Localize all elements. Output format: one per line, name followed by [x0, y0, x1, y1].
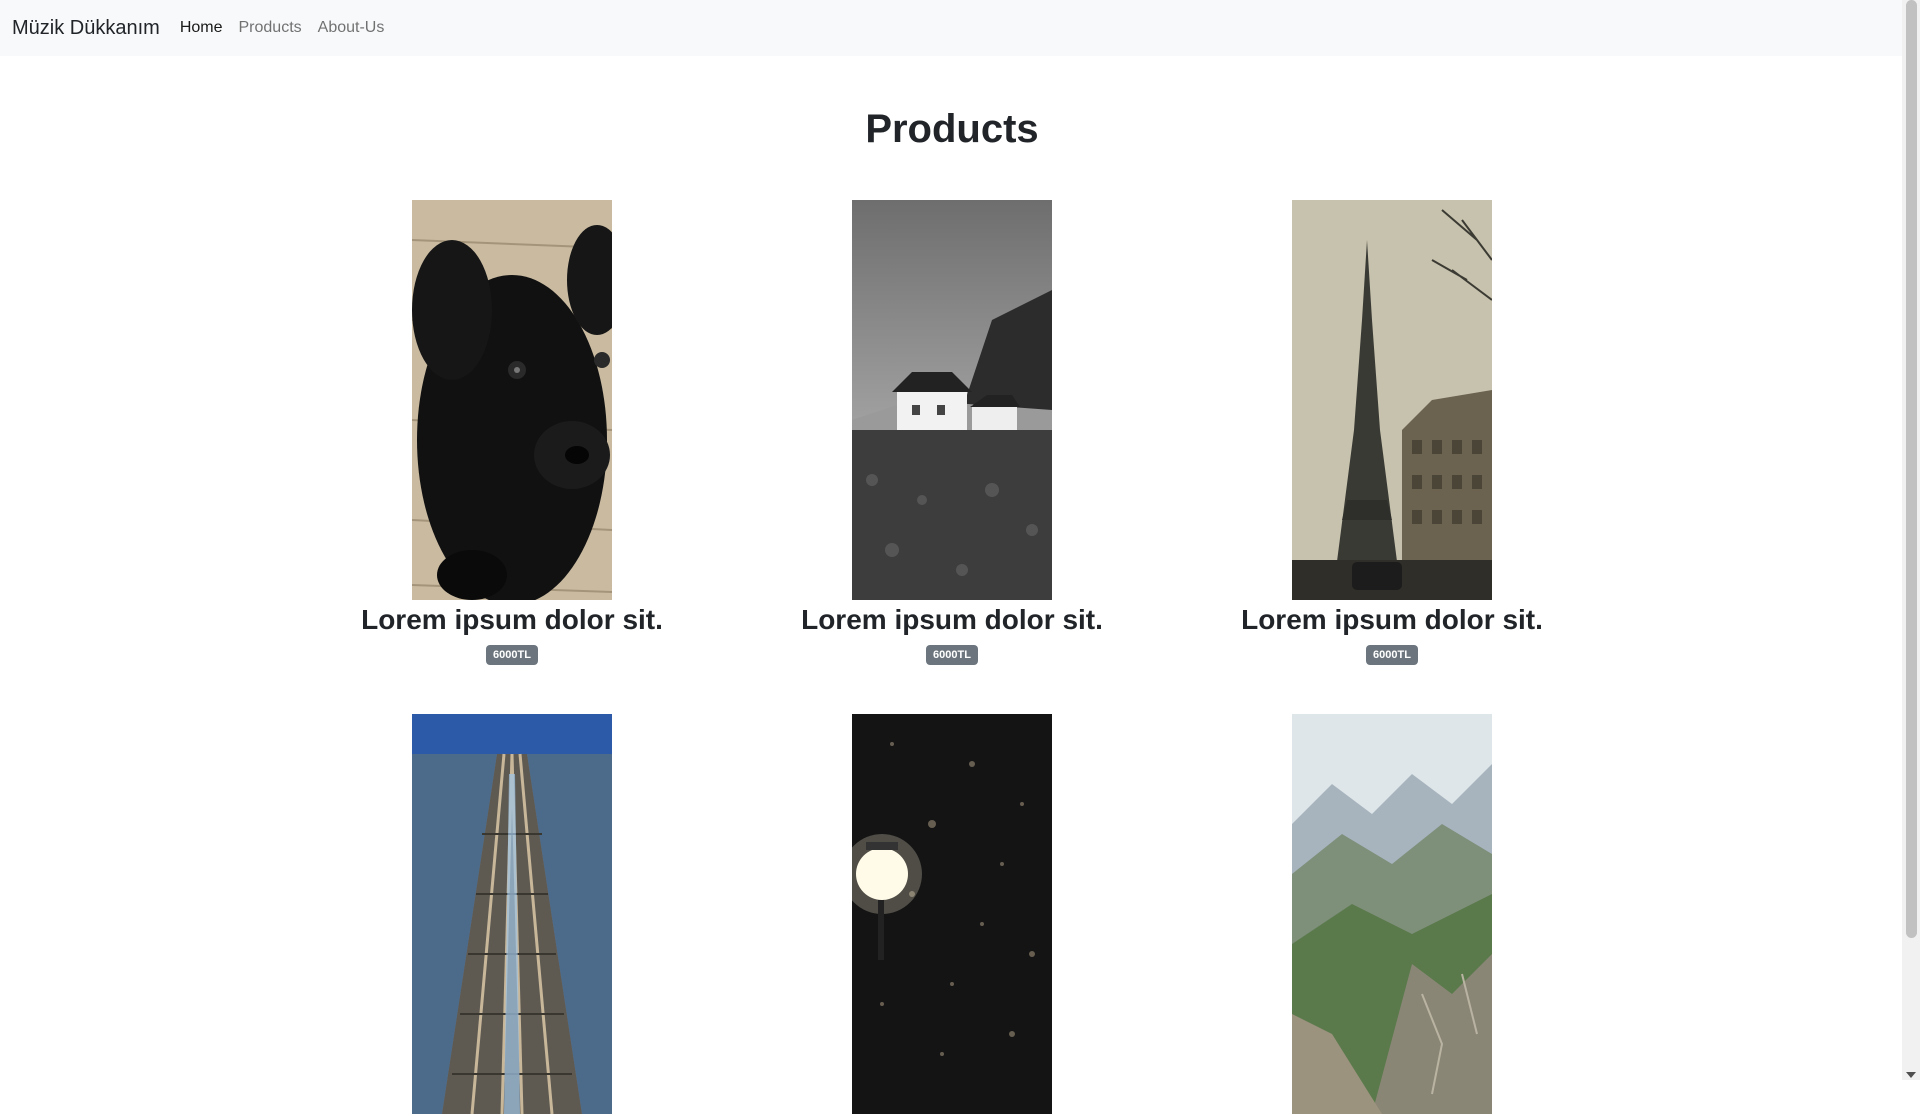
price-badge: 6000TL: [926, 645, 978, 665]
product-name: Lorem ipsum dolor sit.: [801, 604, 1103, 635]
product-name: Lorem ipsum dolor sit.: [1241, 604, 1543, 635]
nav-link-about-us[interactable]: About-Us: [310, 19, 393, 37]
eiffel-tower-photo: [1292, 200, 1492, 600]
night-street-lamp-photo: [852, 714, 1052, 1114]
product-card: Lorem ipsum dolor sit. 6000TL: [752, 200, 1152, 665]
price-badge: 6000TL: [486, 645, 538, 665]
product-card: [752, 714, 1152, 1116]
nav-link-home[interactable]: Home: [172, 19, 231, 37]
navbar: Müzik Dükkanım Home Products About-Us: [0, 0, 1902, 56]
nav-link-products[interactable]: Products: [231, 19, 310, 37]
mountain-range-photo: [1292, 714, 1492, 1114]
product-card: Lorem ipsum dolor sit. 6000TL: [1192, 200, 1592, 665]
scrollbar-thumb[interactable]: [1906, 0, 1917, 938]
product-card: Lorem ipsum dolor sit. 6000TL: [312, 200, 712, 665]
railway-tracks-photo: [412, 714, 612, 1114]
product-card: [1192, 714, 1592, 1116]
black-puppy-photo: [412, 200, 612, 600]
product-name: Lorem ipsum dolor sit.: [361, 604, 663, 635]
brand-logo[interactable]: Müzik Dükkanım: [12, 17, 160, 40]
scroll-down-arrow-icon[interactable]: [1906, 1072, 1916, 1078]
scrollbar[interactable]: [1902, 0, 1920, 1080]
coastal-house-photo: [852, 200, 1052, 600]
nav-links: Home Products About-Us: [172, 19, 393, 37]
page-title: Products: [865, 107, 1039, 151]
product-card: [312, 714, 712, 1116]
price-badge: 6000TL: [1366, 645, 1418, 665]
